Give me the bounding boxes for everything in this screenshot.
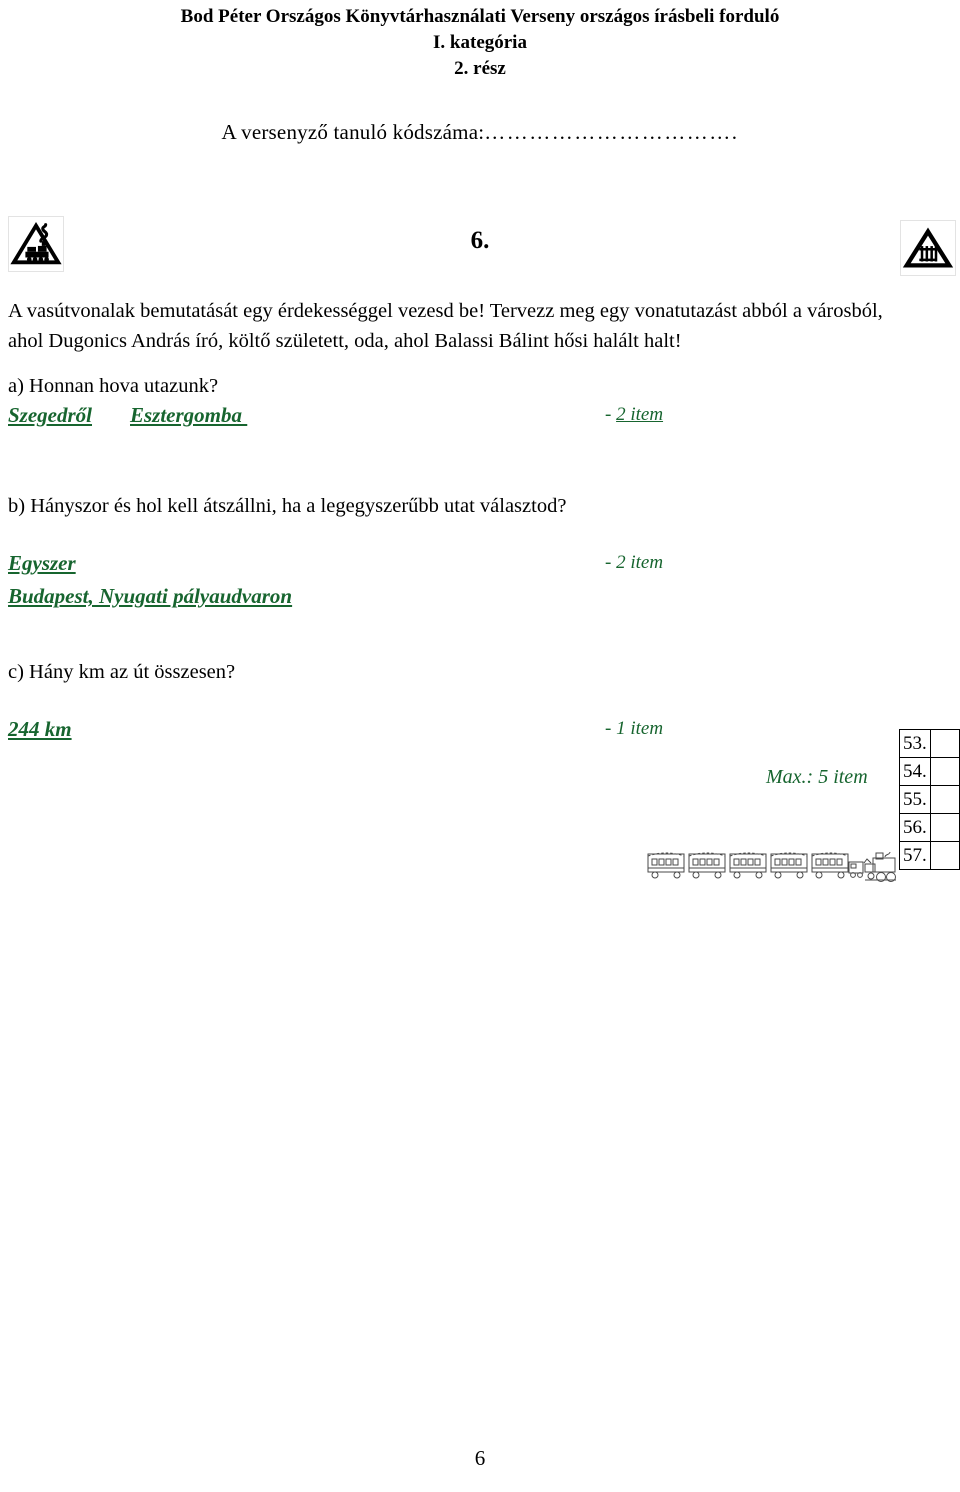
- question-intro-text: A vasútvonalak bemutatását egy érdekessé…: [8, 300, 883, 352]
- score-row-number: 54.: [899, 757, 931, 786]
- header-title-line-3: 2. rész: [454, 58, 506, 79]
- table-row: 57.: [899, 841, 960, 870]
- score-row-value[interactable]: [930, 785, 960, 814]
- document-page: Bod Péter Országos Könyvtárhasználati Ve…: [0, 0, 960, 1492]
- table-row: 56.: [899, 813, 960, 842]
- table-row: 54.: [899, 757, 960, 786]
- part-b-answer-station: Budapest, Nyugati pályaudvaron: [8, 584, 293, 608]
- part-a-answer-from: Szegedről: [8, 403, 92, 427]
- question-part-b: b) Hányszor és hol kell átszállni, ha a …: [8, 492, 952, 614]
- part-a-answer-row: Szegedről Esztergomba - 2 item: [8, 400, 952, 433]
- part-c-answer-row: 244 km - 1 item: [8, 714, 952, 747]
- part-c-answer-distance: 244 km: [8, 717, 72, 741]
- question-part-c: c) Hány km az út összesen? 244 km - 1 it…: [8, 658, 952, 747]
- page-number: 6: [474, 1446, 486, 1470]
- header-title-line-1: Bod Péter Országos Könyvtárhasználati Ve…: [180, 6, 780, 27]
- score-row-value[interactable]: [930, 729, 960, 758]
- header-title-line-2: I. kategória: [433, 32, 527, 53]
- score-row-number: 53.: [899, 729, 931, 758]
- score-row-number: 57.: [899, 841, 931, 870]
- question-part-a: a) Honnan hova utazunk? Szegedről Eszterg…: [8, 372, 952, 433]
- part-a-answer-to: Esztergomba: [130, 403, 248, 427]
- part-b-answer-row-2: Budapest, Nyugati pályaudvaron: [8, 581, 952, 614]
- score-table: 53. 54. 55. 56. 57.: [899, 729, 960, 870]
- part-b-answer-row-1: Egyszer - 2 item: [8, 548, 952, 581]
- table-row: 55.: [899, 785, 960, 814]
- competitor-code-dots: …………………………….: [484, 120, 739, 144]
- part-a-points-dash: -: [605, 404, 617, 425]
- score-row-value[interactable]: [930, 813, 960, 842]
- part-a-points-value: 2 item: [616, 404, 664, 425]
- steam-train-icon: [645, 846, 900, 884]
- score-table-body: 53. 54. 55. 56. 57.: [899, 729, 960, 870]
- part-a-points: - 2 item: [605, 400, 663, 430]
- part-c-prompt: c) Hány km az út összesen?: [8, 661, 236, 683]
- part-a-prompt: a) Honnan hova utazunk?: [8, 375, 219, 397]
- part-b-answer-count: Egyszer: [8, 551, 76, 575]
- score-row-number: 55.: [899, 785, 931, 814]
- document-header: Bod Péter Országos Könyvtárhasználati Ve…: [0, 4, 960, 82]
- max-points-label: Max.: 5 item: [766, 766, 868, 788]
- score-row-value[interactable]: [930, 841, 960, 870]
- question-number: 6.: [470, 227, 490, 254]
- competitor-code-label: A versenyző tanuló kódszáma:: [221, 120, 485, 144]
- score-row-number: 56.: [899, 813, 931, 842]
- competitor-code-line: A versenyző tanuló kódszáma:…………………………….: [0, 118, 960, 146]
- part-b-points: - 2 item: [605, 552, 664, 573]
- part-b-prompt: b) Hányszor és hol kell átszállni, ha a …: [8, 495, 567, 517]
- table-row: 53.: [899, 729, 960, 758]
- score-row-value[interactable]: [930, 757, 960, 786]
- part-c-points: - 1 item: [605, 718, 664, 739]
